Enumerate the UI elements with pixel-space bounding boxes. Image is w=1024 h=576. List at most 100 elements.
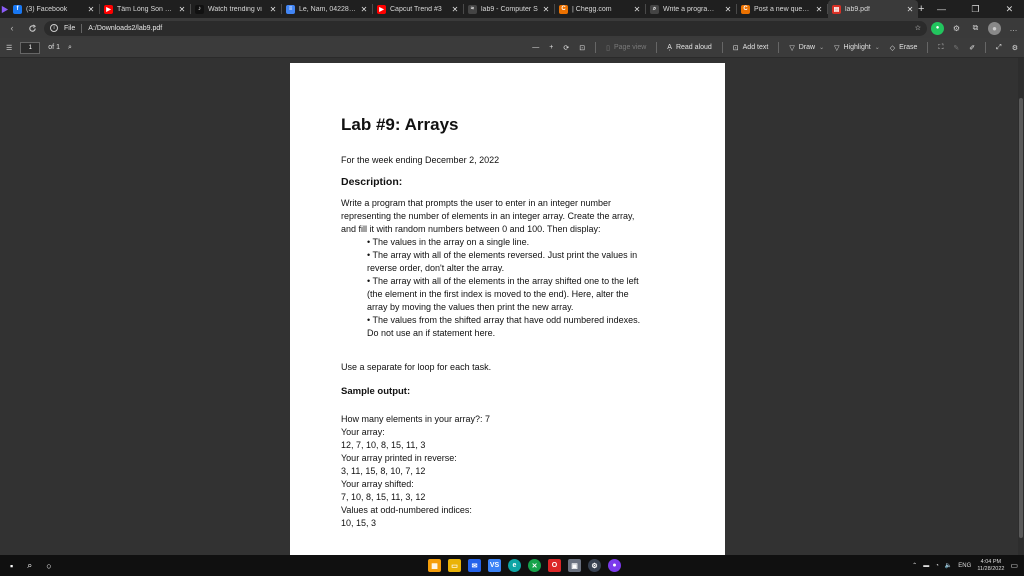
- page-title: Lab #9: Arrays: [341, 115, 459, 134]
- browser-tab[interactable]: ♪ Watch trending vi ✕: [191, 0, 281, 18]
- add-text-button[interactable]: ⊡ Add text: [733, 44, 769, 52]
- scroll-thumb[interactable]: [1019, 98, 1023, 538]
- search-icon[interactable]: ⌕: [27, 560, 32, 571]
- collections-icon[interactable]: ⧉: [969, 22, 982, 35]
- extension-icon[interactable]: ●: [931, 21, 944, 35]
- expand-icon[interactable]: ⤢: [996, 44, 1002, 52]
- youtube-icon: ▶: [104, 4, 113, 14]
- xbox-icon[interactable]: ✕: [528, 559, 541, 572]
- page-view-button[interactable]: ▯ Page view: [606, 44, 646, 52]
- highlight-icon: ▽: [834, 44, 840, 52]
- pen-icon[interactable]: ✐: [969, 44, 975, 52]
- windows-start-icon[interactable]: ▪: [10, 561, 13, 571]
- loop-note: Use a separate for loop for each task.: [341, 362, 492, 372]
- edge-icon[interactable]: e: [508, 559, 521, 572]
- fit-page-icon[interactable]: ⊡: [579, 44, 585, 52]
- draw-button[interactable]: ▽ Draw ⌄: [789, 44, 824, 52]
- browser-tab-strip: f (3) Facebook ✕ ▶ Tấm Lòng Son Ren ✕ ♪ Watch t…: [0, 0, 1024, 18]
- highlight-button[interactable]: ▽ Highlight ⌄: [834, 44, 880, 52]
- touch-write-icon[interactable]: ⛶: [938, 44, 943, 52]
- rotate-icon[interactable]: ⟳: [563, 44, 569, 52]
- pdf-viewport[interactable]: Lab #9: Arrays For the week ending Decem…: [0, 58, 1024, 555]
- url-text[interactable]: A:/Downloads2/lab9.pdf: [88, 25, 162, 32]
- more-menu-icon[interactable]: …: [1007, 22, 1020, 35]
- store-icon[interactable]: ▦: [428, 559, 441, 572]
- chevron-down-icon[interactable]: ⌄: [819, 44, 824, 51]
- notification-icon[interactable]: ▭: [1010, 561, 1018, 570]
- office-icon[interactable]: O: [548, 559, 561, 572]
- close-icon[interactable]: ✕: [633, 5, 641, 14]
- description-line: representing the number of elements in a…: [341, 211, 635, 221]
- steam-icon[interactable]: ⚙: [588, 559, 601, 572]
- sample-output-line: 12, 7, 10, 8, 15, 11, 3: [341, 440, 426, 450]
- docs-icon: ≡: [286, 4, 295, 14]
- sample-output-line: Values at odd-numbered indices:: [341, 505, 472, 515]
- zoom-out-button[interactable]: —: [532, 44, 539, 51]
- chrome-icon[interactable]: ●: [608, 559, 621, 572]
- page-view-icon: ▯: [606, 44, 610, 52]
- close-icon[interactable]: ✕: [542, 5, 550, 14]
- close-icon[interactable]: ✕: [360, 5, 368, 14]
- youtube-icon: ▶: [377, 4, 386, 14]
- bullet-line: array by moving the values then print th…: [367, 302, 574, 312]
- settings-gear-icon[interactable]: ⚙: [950, 22, 963, 35]
- close-icon[interactable]: ✕: [724, 5, 732, 14]
- close-icon[interactable]: ✕: [906, 5, 914, 14]
- bullet-line: • The values in the array on a single li…: [367, 237, 530, 247]
- wifi-icon[interactable]: ◔: [935, 563, 939, 569]
- clock-time: 4:04 PM: [980, 558, 1002, 565]
- favorite-star-icon[interactable]: ☆: [915, 24, 921, 32]
- close-icon[interactable]: ✕: [178, 5, 186, 14]
- read-aloud-button[interactable]: A᷊ Read aloud: [667, 44, 711, 51]
- browser-tab[interactable]: ≡ Le, Nam, 0422838 ✕: [282, 0, 372, 18]
- browser-tab[interactable]: ≈ lab9 - Computer S ✕: [464, 0, 554, 18]
- browser-tab[interactable]: f (3) Facebook ✕: [9, 0, 99, 18]
- table-of-contents-icon[interactable]: ☰: [6, 44, 12, 52]
- find-icon[interactable]: ⌕: [68, 44, 72, 52]
- erase-button[interactable]: ◇ Erase: [890, 44, 918, 52]
- volume-icon[interactable]: 🔈: [945, 562, 952, 569]
- bullet-line: reverse order, don't alter the array.: [367, 263, 505, 273]
- vertical-scrollbar[interactable]: [1018, 58, 1024, 555]
- file-explorer-icon[interactable]: ▭: [448, 559, 461, 572]
- app-icon[interactable]: ▣: [568, 559, 581, 572]
- restore-icon[interactable]: ❐: [958, 0, 992, 18]
- task-view-icon[interactable]: ○: [46, 561, 51, 571]
- battery-icon[interactable]: ▬: [923, 563, 929, 569]
- bullet-line: Do not use an if statement here.: [367, 328, 496, 338]
- close-window-icon[interactable]: ✕: [992, 0, 1024, 18]
- close-icon[interactable]: ✕: [815, 5, 823, 14]
- browser-tab[interactable]: ⌕ Write a program th ✕: [646, 0, 736, 18]
- browser-tab[interactable]: ▶ Capcut Trend #3 ✕: [373, 0, 463, 18]
- bullet-line: • The values from the shifted array that…: [367, 315, 641, 325]
- profile-avatar[interactable]: ●: [988, 21, 1001, 35]
- close-icon[interactable]: ✕: [451, 5, 459, 14]
- browser-tab[interactable]: ▤ lab9.pdf ✕: [828, 0, 918, 18]
- clock[interactable]: 4:04 PM 11/28/2022: [977, 559, 1004, 573]
- browser-tab[interactable]: ▶ Tấm Lòng Son Ren ✕: [100, 0, 190, 18]
- sidebar-toggle-button[interactable]: [0, 0, 9, 18]
- minimize-icon[interactable]: —: [924, 0, 958, 18]
- windows-taskbar: ▪ ⌕ ○ ▦ ▭ ✉ VS e ✕ O ▣ ⚙ ● ⌃ ▬ ◔ 🔈 ENG 4…: [0, 555, 1024, 576]
- markup-icon[interactable]: ✎: [953, 44, 959, 52]
- close-icon[interactable]: ✕: [269, 5, 277, 14]
- chevron-down-icon[interactable]: ⌄: [875, 44, 880, 51]
- browser-tab[interactable]: C | Chegg.com ✕: [555, 0, 645, 18]
- url-field[interactable]: i File A:/Downloads2/lab9.pdf ☆: [44, 20, 927, 36]
- page-number-input[interactable]: 1: [20, 41, 41, 54]
- close-icon[interactable]: ✕: [87, 5, 95, 14]
- clock-date: 11/28/2022: [977, 565, 1005, 572]
- sample-output-line: Your array printed in reverse:: [341, 453, 457, 463]
- refresh-button[interactable]: [24, 20, 40, 36]
- page-total-label: of 1: [48, 44, 60, 51]
- pdf-settings-icon[interactable]: ⚙: [1012, 44, 1018, 52]
- back-button[interactable]: ‹: [4, 20, 20, 36]
- visual-studio-icon[interactable]: VS: [488, 559, 501, 572]
- info-icon[interactable]: i: [50, 24, 58, 32]
- language-indicator[interactable]: ENG: [958, 563, 971, 569]
- browser-tab[interactable]: C Post a new questio ✕: [737, 0, 827, 18]
- zoom-in-button[interactable]: +: [549, 44, 553, 51]
- chevron-up-icon[interactable]: ⌃: [912, 562, 917, 569]
- mail-icon[interactable]: ✉: [468, 559, 481, 572]
- search-icon: ⌕: [650, 4, 659, 14]
